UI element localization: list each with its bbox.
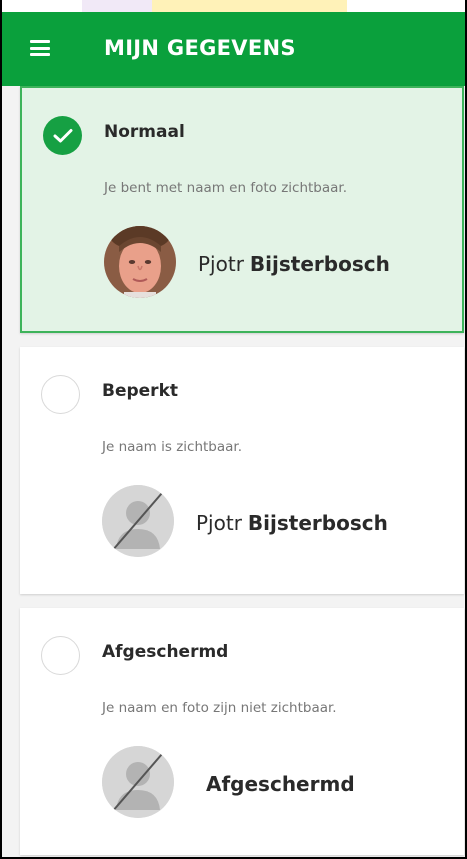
- first-name: Pjotr: [196, 511, 242, 535]
- option-title: Normaal: [104, 122, 185, 142]
- option-title: Afgeschermd: [102, 642, 229, 662]
- radio-unchecked[interactable]: [41, 636, 80, 675]
- no-photo-icon: [102, 485, 174, 557]
- privacy-option-normaal[interactable]: Normaal Je bent met naam en foto zichtba…: [20, 86, 464, 333]
- privacy-option-beperkt[interactable]: Beperkt Je naam is zichtbaar. Pjotr Bijst…: [20, 347, 464, 594]
- no-photo-icon: [102, 746, 174, 818]
- app-bar: MIJN GEGEVENS: [2, 12, 465, 86]
- hamburger-menu-icon[interactable]: [30, 40, 50, 56]
- option-description: Je naam en foto zijn niet zichtbaar.: [102, 700, 337, 716]
- display-name: Pjotr Bijsterbosch: [198, 252, 390, 276]
- option-description: Je bent met naam en foto zichtbaar.: [104, 180, 348, 196]
- app-screen: MIJN GEGEVENS Normaal Je bent met naam e…: [0, 0, 467, 859]
- option-title: Beperkt: [102, 381, 179, 401]
- radio-unchecked[interactable]: [41, 375, 80, 414]
- display-name: Afgeschermd: [206, 772, 355, 796]
- avatar-photo: [104, 226, 176, 298]
- first-name: Pjotr: [198, 252, 244, 276]
- privacy-option-afgeschermd[interactable]: Afgeschermd Je naam en foto zijn niet zi…: [20, 608, 464, 855]
- checkmark-icon[interactable]: [43, 116, 82, 155]
- last-name: Bijsterbosch: [249, 252, 390, 276]
- display-name: Pjotr Bijsterbosch: [196, 511, 388, 535]
- page-title: MIJN GEGEVENS: [104, 36, 296, 60]
- option-description: Je naam is zichtbaar.: [102, 439, 243, 455]
- last-name: Bijsterbosch: [247, 511, 388, 535]
